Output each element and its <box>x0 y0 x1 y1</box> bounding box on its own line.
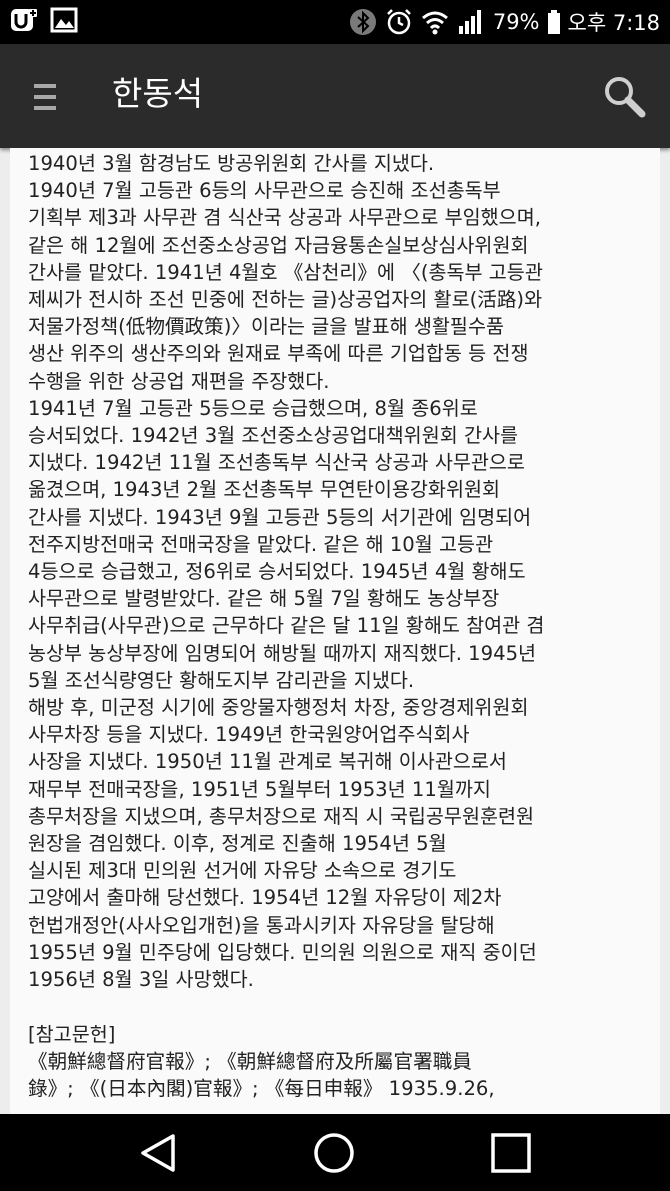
battery-percent: 79% <box>492 10 540 34</box>
article-line: 전주지방전매국 전매국장을 맡았다. 같은 해 10월 고등관 <box>28 532 494 556</box>
article-line: 기획부 제3과 사무관 겸 식산국 상공과 사무관으로 부임했으며, <box>28 206 541 230</box>
article-line: 원장을 겸임했다. 이후, 정계로 진출해 1954년 5월 <box>28 832 447 856</box>
article-line: 1955년 9월 민주당에 입당했다. 민의원 의원으로 재직 중이던 <box>28 940 537 964</box>
article-line: 옮겼으며, 1943년 2월 조선총독부 무연탄이용강화위원회 <box>28 478 501 502</box>
battery-icon <box>547 10 560 34</box>
recent-apps-icon[interactable] <box>490 1132 532 1174</box>
clock: 오후 7:18 <box>567 11 660 35</box>
article-card: 1940년 3월 함경남도 방공위원회 간사를 지냈다. 1940년 7월 고등관… <box>10 148 660 1114</box>
article-line: 간사를 지냈다. 1943년 9월 고등관 5등의 서기관에 임명되어 <box>28 505 532 529</box>
article-line: 사무차장 등을 지냈다. 1949년 한국원양어업주식회사 <box>28 723 470 747</box>
article-line: 같은 해 12월에 조선중소상공업 자금융통손실보상심사위원회 <box>28 233 529 257</box>
gallery-icon <box>50 7 78 33</box>
article-line: 《朝鮮總督府官報》; 《朝鮮總督府及所屬官署職員 <box>28 1049 472 1073</box>
article-line: 사무관으로 발령받았다. 같은 해 5월 7일 황해도 농상부장 <box>28 587 500 611</box>
navigation-bar <box>0 1114 670 1191</box>
article-line: 고양에서 출마해 당선했다. 1954년 12월 자유당이 제2차 <box>28 886 502 910</box>
article-line: 4등으로 승급했고, 정6위로 승서되었다. 1945년 4월 황해도 <box>28 560 526 584</box>
article-line: 수행을 위한 상공업 재편을 주장했다. <box>28 369 330 393</box>
status-left <box>10 6 78 34</box>
alarm-icon <box>386 9 411 35</box>
article-line <box>28 993 642 1020</box>
article-line: 5월 조선식량영단 황해도지부 감리관을 지냈다. <box>28 668 415 692</box>
article-line: 錄》; 《(日本內閣)官報》; 《每日申報》 1935.9.26, <box>28 1076 495 1100</box>
article-line: 지냈다. 1942년 11월 조선총독부 식산국 상공과 사무관으로 <box>28 451 525 475</box>
home-icon[interactable] <box>313 1132 355 1174</box>
hamburger-menu-icon[interactable] <box>34 84 56 112</box>
article-line: 해방 후, 미군정 시기에 중앙물자행정처 차장, 중앙경제위원회 <box>28 696 529 720</box>
status-right: 79% 오후 7:18 <box>349 6 660 38</box>
article-line: 저물가정책(低物價政策)〉이라는 글을 발표해 생활필수품 <box>28 315 505 339</box>
status-bar: 79% 오후 7:18 <box>0 0 670 44</box>
article-line: [참고문헌] <box>28 1022 116 1046</box>
article-line: 생산 위주의 생산주의와 원재료 부족에 따른 기업합동 등 전쟁 <box>28 342 529 366</box>
search-icon[interactable] <box>602 74 646 118</box>
article-line: 실시된 제3대 민의원 선거에 자유당 소속으로 경기도 <box>28 859 457 883</box>
article-line: 1956년 8월 3일 사망했다. <box>28 968 254 992</box>
article-line: 제씨가 전시하 조선 민중에 전하는 글)상공업자의 활로(活路)와 <box>28 288 543 312</box>
article-body: 1940년 3월 함경남도 방공위원회 간사를 지냈다. 1940년 7월 고등관… <box>10 148 660 1102</box>
article-line: 1940년 7월 고등관 6등의 사무관으로 승진해 조선총독부 <box>28 179 501 203</box>
article-line: 승서되었다. 1942년 3월 조선중소상공업대책위원회 간사를 <box>28 424 519 448</box>
wifi-icon <box>421 11 448 35</box>
app-bar: 한동석 <box>0 44 670 148</box>
article-line: 사장을 지냈다. 1950년 11월 관계로 복귀해 이사관으로서 <box>28 750 507 774</box>
article-line: 1941년 7월 고등관 5등으로 승급했으며, 8월 종6위로 <box>28 396 478 420</box>
signal-icon <box>458 10 481 34</box>
page-title: 한동석 <box>112 74 204 113</box>
article-line: 헌법개정안(사사오입개헌)을 통과시키자 자유당을 탈당해 <box>28 913 495 937</box>
u-plus-icon <box>11 9 37 31</box>
bluetooth-icon <box>349 9 376 35</box>
article-line: 간사를 맡았다. 1941년 4월호 《삼천리》에 〈(총독부 고등관 <box>28 260 543 284</box>
article-line: 총무처장을 지냈으며, 총무처장으로 재직 시 국립공무원훈련원 <box>28 804 535 828</box>
article-line: 사무취급(사무관)으로 근무하다 같은 달 11일 황해도 참여관 겸 <box>28 614 545 638</box>
article-line: 농상부 농상부장에 임명되어 해방될 때까지 재직했다. 1945년 <box>28 641 537 665</box>
back-icon[interactable] <box>137 1132 179 1174</box>
article-line: 재무부 전매국장을, 1951년 5월부터 1953년 11월까지 <box>28 777 491 801</box>
article-line: 1940년 3월 함경남도 방공위원회 간사를 지냈다. <box>28 152 435 175</box>
